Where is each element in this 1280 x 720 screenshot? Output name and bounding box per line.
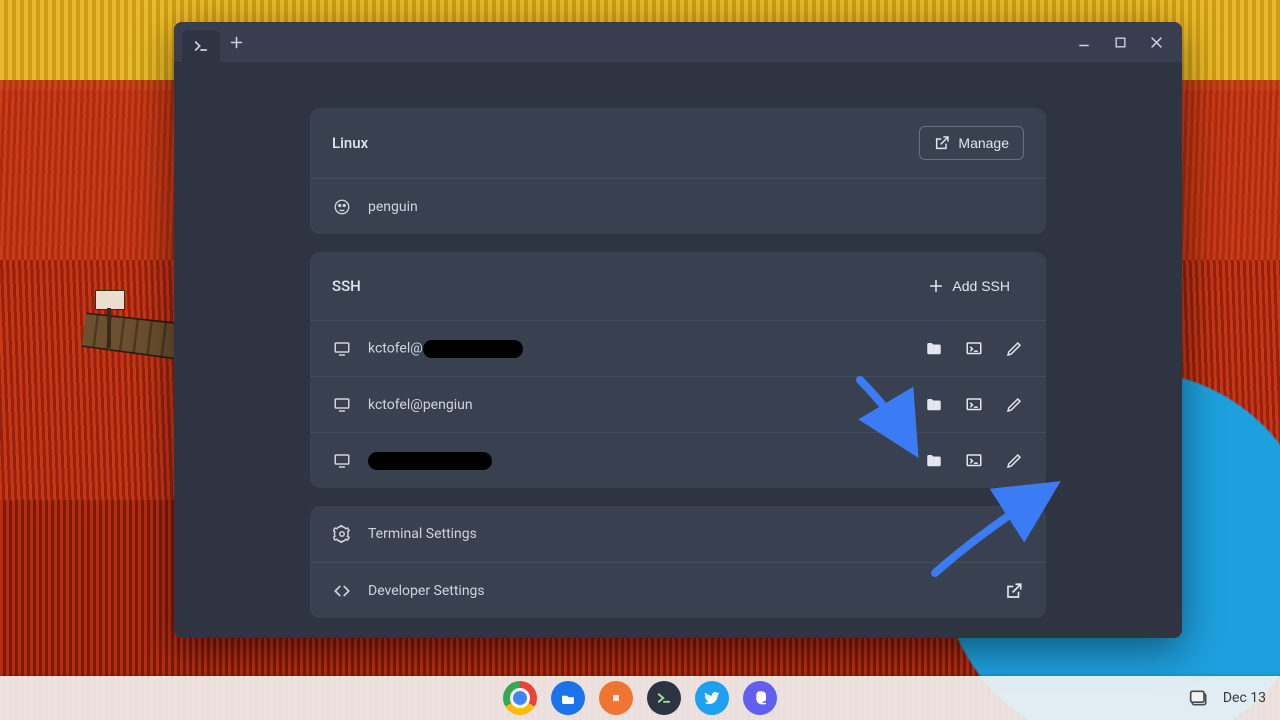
add-ssh-button[interactable]: Add SSH [914,270,1024,302]
shelf-clock[interactable]: Dec 13 [1223,690,1266,706]
terminal-app-icon[interactable] [647,681,681,715]
developer-settings-row[interactable]: Developer Settings [310,562,1046,618]
maximize-button[interactable] [1102,24,1138,60]
ssh-connection-row[interactable]: kctofel@pengiun [310,376,1046,432]
terminal-window: Linux Manage penguin S [174,22,1182,638]
monitor-icon [332,395,352,415]
open-external-icon [934,135,950,151]
ssh-section: SSH Add SSH kctofel@ [310,252,1046,488]
monitor-icon [332,451,352,471]
mastodon-app-icon[interactable] [743,681,777,715]
open-terminal-icon[interactable] [964,451,984,471]
chrome-app-icon[interactable] [503,681,537,715]
ssh-connection-row[interactable] [310,432,1046,488]
edit-icon[interactable] [1004,339,1024,359]
edit-icon[interactable] [1004,451,1024,471]
sftp-folder-icon[interactable] [924,339,944,359]
sftp-folder-icon[interactable] [924,451,944,471]
twitter-app-icon[interactable] [695,681,729,715]
minimize-button[interactable] [1066,24,1102,60]
shelf-apps [503,681,777,715]
app-icon[interactable] [599,681,633,715]
terminal-tab[interactable] [182,30,220,62]
linux-container-name: penguin [368,199,418,215]
plus-icon [928,278,944,294]
window-content: Linux Manage penguin S [174,62,1182,638]
ssh-label [368,452,492,470]
code-icon [332,581,352,601]
ssh-label: kctofel@pengiun [368,397,473,413]
open-external-icon[interactable] [1004,581,1024,601]
manage-button[interactable]: Manage [919,126,1024,160]
manage-button-label: Manage [958,135,1009,151]
developer-settings-label: Developer Settings [368,583,485,599]
monitor-icon [332,339,352,359]
ssh-section-title: SSH [332,277,361,295]
terminal-settings-label: Terminal Settings [368,526,477,542]
sftp-folder-icon[interactable] [924,395,944,415]
linux-container-row[interactable]: penguin [310,178,1046,234]
settings-section: Terminal Settings Developer Settings [310,506,1046,618]
open-terminal-icon[interactable] [964,395,984,415]
edit-icon[interactable] [1004,395,1024,415]
ssh-connection-row[interactable]: kctofel@ [310,320,1046,376]
new-tab-button[interactable] [220,26,252,58]
taskbar: Dec 13 [0,676,1280,720]
window-titlebar [174,22,1182,62]
linux-icon [332,197,352,217]
linux-section: Linux Manage penguin [310,108,1046,234]
close-button[interactable] [1138,24,1174,60]
gear-icon [332,524,352,544]
terminal-settings-row[interactable]: Terminal Settings [310,506,1046,562]
add-ssh-label: Add SSH [952,278,1010,294]
files-app-icon[interactable] [551,681,585,715]
open-terminal-icon[interactable] [964,339,984,359]
linux-section-title: Linux [332,134,368,152]
ssh-label: kctofel@ [368,340,523,358]
tote-tray-icon[interactable] [1189,688,1209,708]
